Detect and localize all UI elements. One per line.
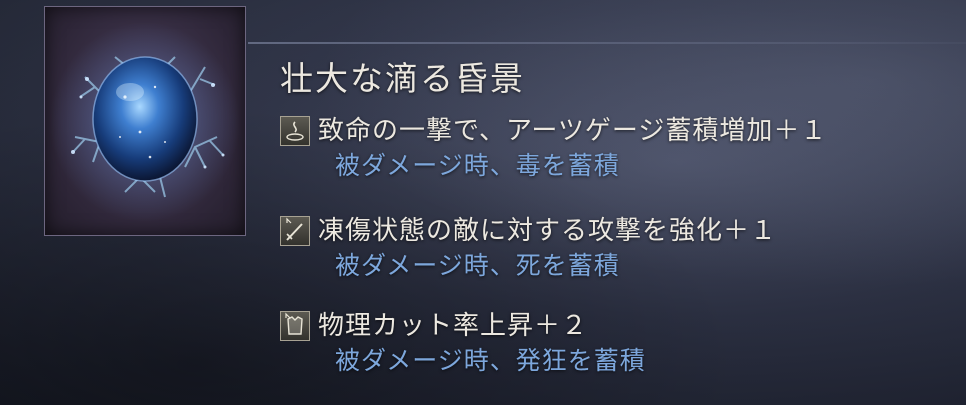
- effect-drawback: 被ダメージ時、死を蓄積: [335, 251, 620, 280]
- effect-text: 致命の一撃で、アーツゲージ蓄積増加＋１: [318, 116, 828, 146]
- armor-icon: [280, 311, 310, 341]
- effect-drawback: 被ダメージ時、毒を蓄積: [335, 151, 620, 180]
- effect-drawback: 被ダメージ時、発狂を蓄積: [335, 346, 646, 375]
- header-divider: [248, 42, 966, 44]
- sword-icon: [280, 216, 310, 246]
- effect-text: 凍傷状態の敵に対する攻撃を強化＋１: [318, 216, 778, 246]
- blue-orb-icon: [50, 22, 240, 222]
- item-title: 壮大な滴る昏景: [280, 59, 525, 98]
- item-image-frame: [44, 6, 246, 236]
- effect-text: 物理カット率上昇＋２: [318, 311, 589, 341]
- arts-gauge-icon: [280, 116, 310, 146]
